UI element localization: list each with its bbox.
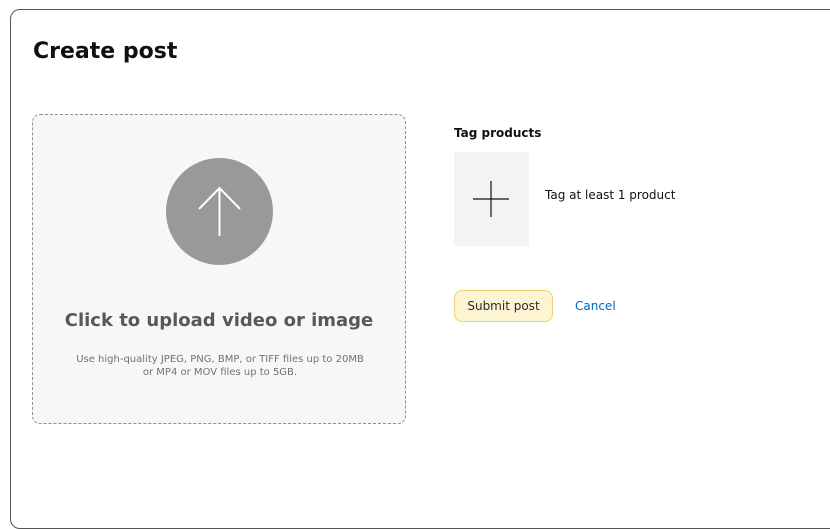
tag-hint: Tag at least 1 product bbox=[545, 188, 676, 202]
tag-product-add-button[interactable] bbox=[454, 152, 529, 246]
submit-post-button[interactable]: Submit post bbox=[454, 290, 553, 322]
cancel-link[interactable]: Cancel bbox=[575, 298, 616, 314]
upload-circle[interactable] bbox=[166, 158, 273, 265]
plus-icon bbox=[473, 181, 509, 217]
page-title: Create post bbox=[33, 39, 178, 64]
upload-title: Click to upload video or image bbox=[64, 310, 374, 331]
tag-products-heading: Tag products bbox=[454, 126, 542, 140]
arrow-up-icon bbox=[198, 186, 241, 236]
upload-dropzone[interactable]: Click to upload video or image Use high-… bbox=[32, 114, 406, 424]
upload-hint: Use high-quality JPEG, PNG, BMP, or TIFF… bbox=[76, 354, 364, 378]
